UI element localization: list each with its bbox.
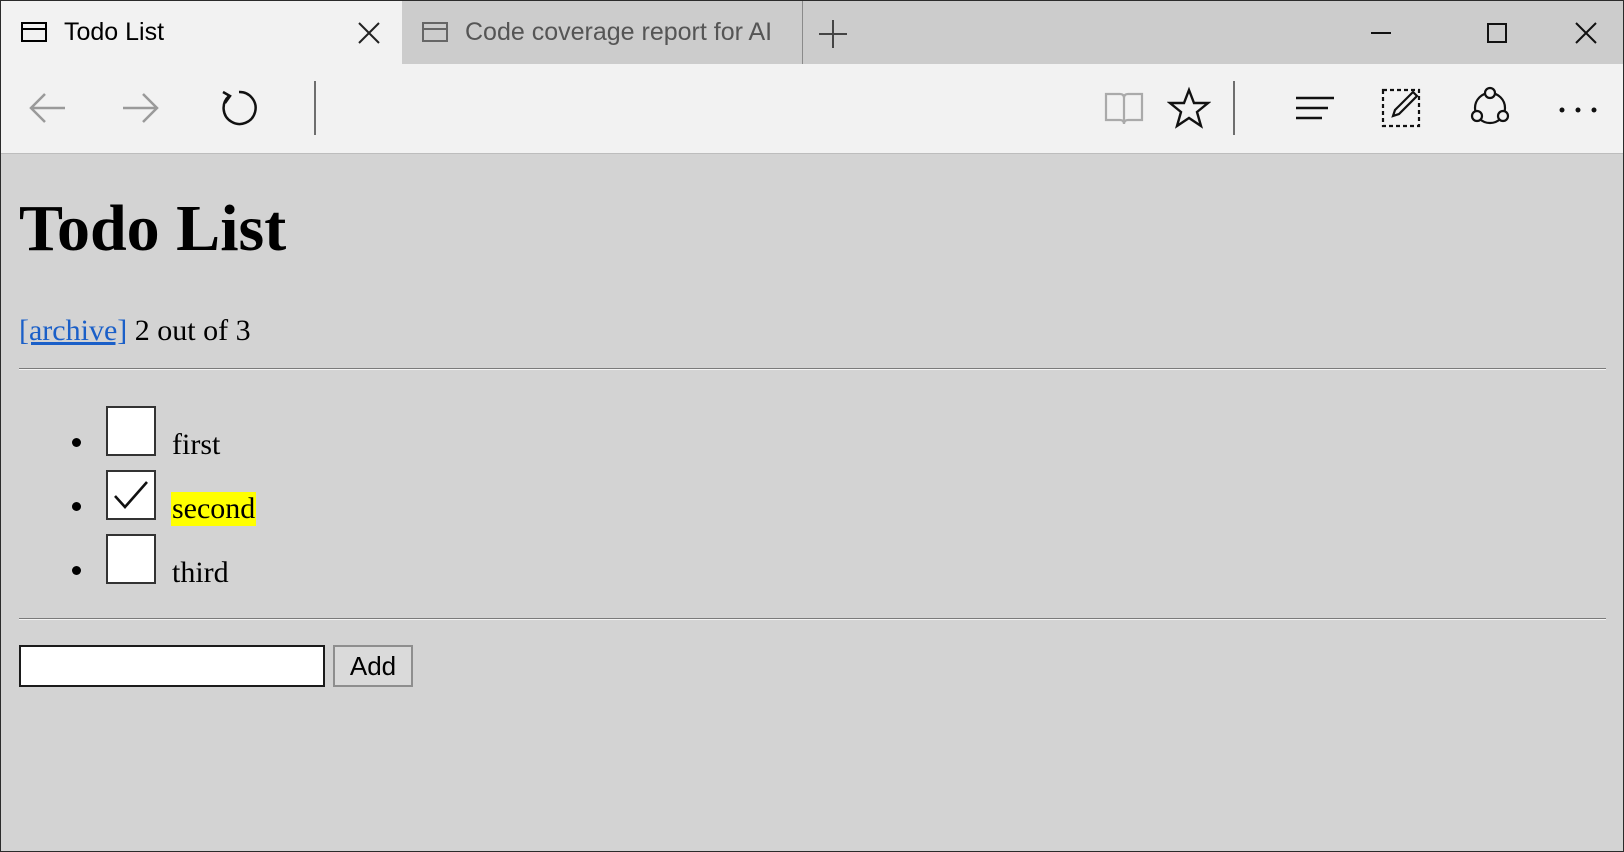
add-button[interactable]: Add [333, 645, 413, 687]
minimize-button[interactable] [1351, 1, 1411, 64]
reading-view-icon [1104, 92, 1144, 125]
archive-link[interactable]: [archive] [19, 314, 127, 347]
tab-todo-list[interactable]: Todo List [1, 1, 402, 64]
refresh-icon [222, 90, 257, 126]
forward-button[interactable] [119, 86, 163, 130]
hub-button[interactable] [1293, 86, 1337, 130]
tab-code-coverage[interactable]: Code coverage report for AI [402, 1, 803, 64]
bullet [72, 502, 81, 511]
new-tab-icon[interactable] [818, 19, 848, 49]
page-icon [21, 22, 47, 42]
todo-text: first [172, 428, 221, 461]
todo-checkbox[interactable] [106, 470, 156, 520]
toolbar-divider [314, 81, 316, 135]
favorite-button[interactable] [1166, 86, 1212, 130]
page-content: Todo List [archive] 2 out of 3 first sec… [1, 154, 1623, 851]
forward-icon [123, 93, 159, 123]
toolbar-divider [1233, 81, 1235, 135]
todo-text: third [172, 556, 229, 589]
refresh-button[interactable] [215, 86, 259, 130]
web-note-button[interactable] [1379, 86, 1423, 130]
todo-checkbox[interactable] [106, 406, 156, 456]
divider [19, 618, 1606, 620]
remaining-count: 2 out of 3 [134, 314, 251, 347]
share-icon [1470, 86, 1510, 125]
bullet [72, 438, 81, 447]
back-button[interactable] [25, 86, 69, 130]
favorite-star-icon [1166, 86, 1212, 129]
new-todo-input[interactable] [19, 645, 325, 687]
maximize-icon [1487, 23, 1507, 43]
page-title: Todo List [19, 192, 287, 265]
minimize-icon [1371, 32, 1391, 34]
browser-window: Todo List Code coverage report for AI To… [0, 0, 1624, 852]
tab-title: Todo List [64, 18, 165, 46]
tab-strip: Todo List Code coverage report for AI [1, 1, 1623, 64]
browser-toolbar [1, 64, 1623, 154]
reading-view-button[interactable] [1102, 86, 1146, 130]
page-icon [422, 22, 448, 42]
divider [19, 368, 1606, 370]
share-button[interactable] [1468, 86, 1512, 130]
close-tab-icon[interactable] [357, 21, 381, 45]
todo-checkbox[interactable] [106, 534, 156, 584]
close-window-button[interactable] [1556, 1, 1616, 64]
more-icon [1559, 107, 1597, 113]
more-button[interactable] [1556, 86, 1600, 130]
close-icon [1575, 22, 1597, 44]
hub-icon [1296, 96, 1334, 120]
status-line: [archive] 2 out of 3 [19, 316, 251, 346]
todo-text: second [171, 492, 257, 526]
bullet [72, 566, 81, 575]
back-icon [29, 93, 65, 123]
checkmark-icon [114, 481, 148, 509]
maximize-button[interactable] [1467, 1, 1527, 64]
tab-title: Code coverage report for AI [465, 18, 773, 46]
web-note-icon [1381, 88, 1421, 128]
